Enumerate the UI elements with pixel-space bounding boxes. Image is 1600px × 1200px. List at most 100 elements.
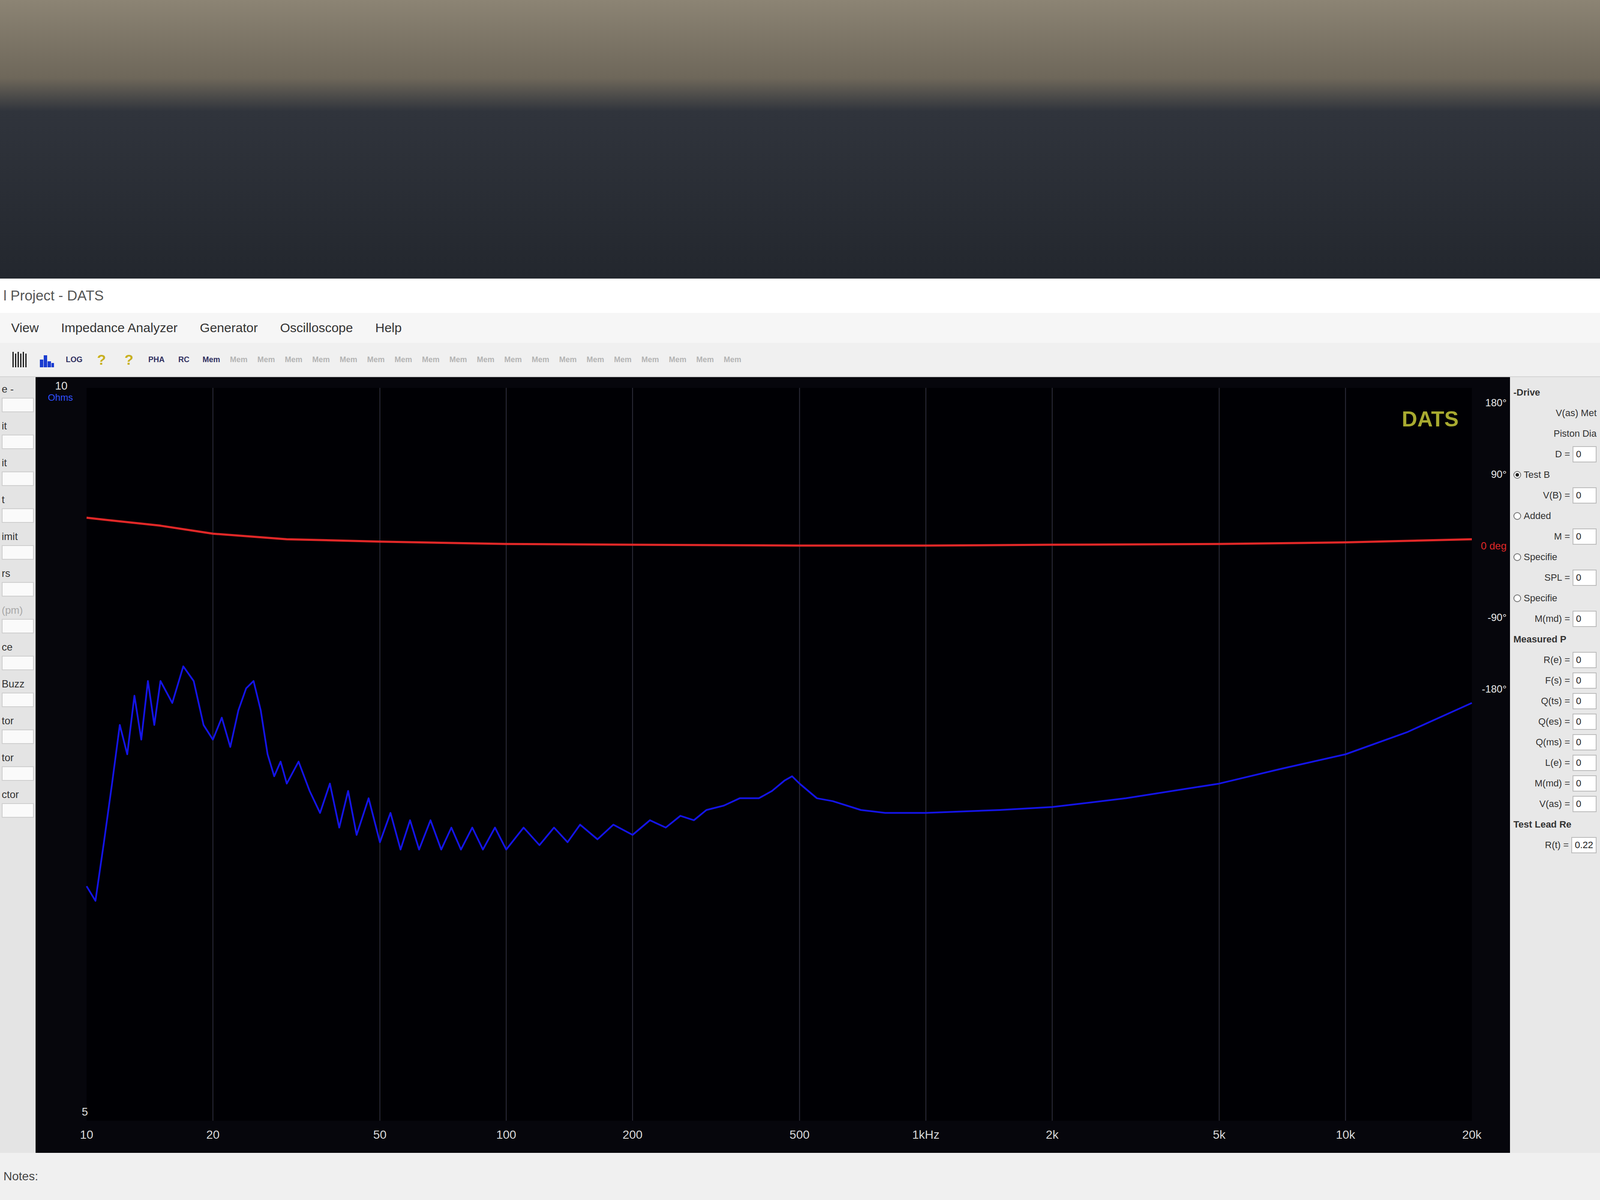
left-panel-field[interactable]: [1, 618, 34, 634]
menu-bar: View Impedance Analyzer Generator Oscillosc…: [0, 312, 1600, 343]
left-panel-item[interactable]: it: [1, 456, 34, 487]
menu-item[interactable]: Generator: [198, 318, 259, 337]
parameter-row[interactable]: Specifie: [1513, 547, 1597, 567]
toolbar-button[interactable]: Mem: [337, 347, 360, 373]
toolbar-button[interactable]: [36, 347, 58, 373]
toolbar-button[interactable]: Mem: [502, 347, 524, 373]
svg-text:5k: 5k: [1212, 1128, 1227, 1142]
toolbar-button[interactable]: Mem: [310, 347, 332, 373]
radio-button[interactable]: [1513, 553, 1522, 562]
parameter-field[interactable]: 0: [1572, 446, 1597, 463]
parameter-field[interactable]: 0: [1572, 528, 1597, 545]
parameter-row[interactable]: M(md) =0: [1513, 774, 1597, 793]
toolbar-button[interactable]: LOG: [63, 347, 85, 373]
parameter-field[interactable]: 0: [1572, 775, 1597, 792]
parameter-row[interactable]: D =0: [1513, 444, 1597, 464]
left-panel-field[interactable]: [1, 397, 34, 413]
left-panel-item[interactable]: it: [1, 420, 34, 450]
parameter-row[interactable]: V(as) =0: [1513, 794, 1597, 814]
toolbar-button[interactable]: ?: [118, 347, 140, 373]
left-panel-field[interactable]: [1, 803, 34, 818]
parameter-field[interactable]: 0: [1572, 693, 1597, 710]
parameter-row[interactable]: Q(ms) =0: [1513, 732, 1597, 752]
parameter-row[interactable]: L(e) =0: [1513, 753, 1597, 773]
toolbar-button[interactable]: Mem: [639, 347, 661, 373]
parameter-field[interactable]: 0.22: [1571, 837, 1597, 854]
toolbar-button[interactable]: [8, 347, 31, 373]
left-panel: e - it it t imit rs (pm) ce Buzz tor tor ctor: [0, 377, 36, 1153]
parameter-row[interactable]: M =0: [1513, 527, 1597, 547]
left-panel-item[interactable]: tor: [1, 714, 34, 745]
left-panel-field[interactable]: [1, 471, 34, 487]
left-panel-item[interactable]: ce: [1, 641, 34, 671]
left-panel-item[interactable]: (pm): [1, 604, 34, 634]
menu-item[interactable]: Oscilloscope: [279, 318, 354, 337]
toolbar-button[interactable]: Mem: [255, 347, 277, 373]
menu-item[interactable]: Impedance Analyzer: [60, 318, 179, 337]
toolbar-button[interactable]: Mem: [666, 347, 689, 373]
parameter-row[interactable]: M(md) =0: [1513, 609, 1597, 629]
left-panel-item[interactable]: imit: [1, 530, 34, 560]
menu-item[interactable]: Help: [374, 318, 403, 337]
parameter-row[interactable]: R(e) =0: [1513, 650, 1597, 670]
toolbar-button[interactable]: Mem: [200, 347, 223, 373]
toolbar-button[interactable]: Mem: [392, 347, 415, 373]
toolbar-button[interactable]: Mem: [447, 347, 469, 373]
parameter-row[interactable]: Specifie: [1513, 588, 1597, 608]
parameter-row[interactable]: V(B) =0: [1513, 486, 1597, 505]
toolbar-button[interactable]: Mem: [420, 347, 442, 373]
toolbar-button[interactable]: PHA: [145, 347, 168, 373]
parameter-row[interactable]: Q(es) =0: [1513, 712, 1597, 732]
parameter-row[interactable]: SPL =0: [1513, 568, 1597, 588]
radio-button[interactable]: [1513, 471, 1522, 479]
toolbar-button[interactable]: RC: [173, 347, 195, 373]
parameter-row[interactable]: R(t) =0.22: [1513, 835, 1597, 855]
parameter-field[interactable]: 0: [1572, 754, 1597, 772]
toolbar-button[interactable]: Mem: [529, 347, 552, 373]
toolbar-button[interactable]: Mem: [474, 347, 497, 373]
parameter-field[interactable]: 0: [1572, 487, 1597, 504]
left-panel-item[interactable]: rs: [1, 567, 34, 597]
parameter-field[interactable]: 0: [1572, 651, 1597, 669]
radio-button[interactable]: [1513, 594, 1522, 603]
svg-text:200: 200: [622, 1128, 643, 1142]
left-panel-field[interactable]: [1, 434, 34, 450]
toolbar-button[interactable]: Mem: [365, 347, 387, 373]
left-panel-field[interactable]: [1, 655, 34, 671]
left-panel-field[interactable]: [1, 582, 34, 597]
left-panel-field[interactable]: [1, 729, 34, 745]
parameter-field[interactable]: 0: [1572, 569, 1597, 586]
toolbar-button[interactable]: Mem: [721, 347, 744, 373]
app-window: l Project - DATSViewImpedance AnalyzerGe…: [0, 278, 1600, 1200]
toolbar-button[interactable]: Mem: [612, 347, 634, 373]
svg-text:2k: 2k: [1045, 1128, 1060, 1142]
left-panel-item[interactable]: t: [1, 493, 34, 523]
y-tick: 5: [81, 1105, 88, 1119]
parameter-field[interactable]: 0: [1572, 795, 1597, 813]
parameter-row[interactable]: Test B: [1513, 465, 1597, 485]
toolbar-button[interactable]: Mem: [282, 347, 305, 373]
parameter-field[interactable]: 0: [1572, 610, 1597, 628]
left-panel-item[interactable]: Buzz: [1, 678, 34, 708]
radio-button[interactable]: [1513, 512, 1522, 520]
left-panel-field[interactable]: [1, 545, 34, 560]
parameter-field[interactable]: 0: [1572, 672, 1597, 689]
toolbar-button[interactable]: Mem: [694, 347, 716, 373]
left-panel-field[interactable]: [1, 766, 34, 781]
left-panel-field[interactable]: [1, 508, 34, 523]
left-panel-item[interactable]: e -: [1, 383, 34, 413]
parameter-row[interactable]: Q(ts) =0: [1513, 691, 1597, 711]
menu-item[interactable]: View: [10, 318, 40, 337]
bars-icon: [10, 351, 28, 369]
parameter-field[interactable]: 0: [1572, 713, 1597, 730]
toolbar-button[interactable]: Mem: [228, 347, 250, 373]
left-panel-item[interactable]: ctor: [1, 788, 34, 818]
parameter-row[interactable]: Added: [1513, 506, 1597, 526]
left-panel-item[interactable]: tor: [1, 751, 34, 781]
toolbar-button[interactable]: ?: [90, 347, 113, 373]
parameter-row[interactable]: F(s) =0: [1513, 671, 1597, 691]
toolbar-button[interactable]: Mem: [584, 347, 607, 373]
toolbar-button[interactable]: Mem: [557, 347, 579, 373]
left-panel-field[interactable]: [1, 692, 34, 708]
parameter-field[interactable]: 0: [1572, 734, 1597, 751]
